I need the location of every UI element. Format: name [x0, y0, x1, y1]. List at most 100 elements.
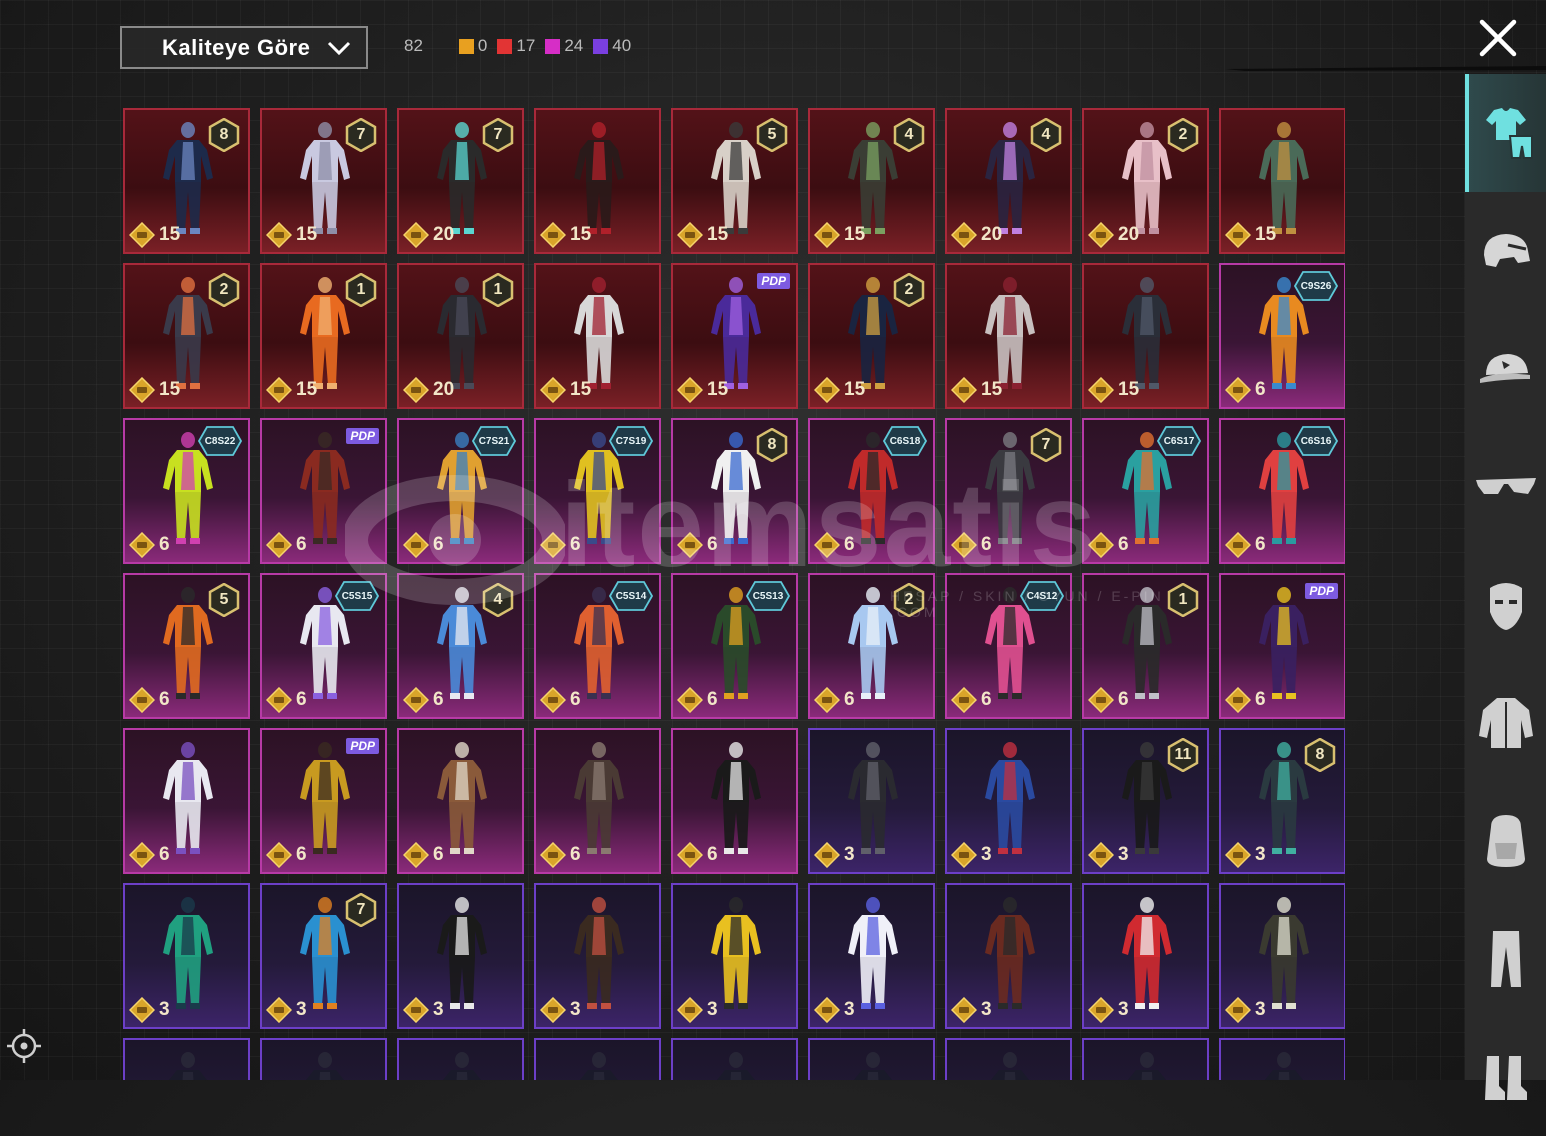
tab-helmet[interactable]	[1465, 192, 1546, 310]
outfit-card[interactable]: 15 2	[808, 263, 935, 409]
outfit-card[interactable]: 6 C9S26	[1219, 263, 1345, 409]
item-cost: 3	[266, 997, 307, 1023]
jacket-icon	[1478, 698, 1533, 748]
outfit-card[interactable]	[1219, 1038, 1345, 1080]
outfit-card[interactable]: 3	[808, 883, 935, 1029]
outfit-card[interactable]: 6 PDP	[1219, 573, 1345, 719]
outfit-card[interactable]: 15 8	[123, 108, 250, 254]
tab-mask[interactable]	[1465, 546, 1546, 664]
outfit-card[interactable]: 15	[945, 263, 1072, 409]
outfit-card[interactable]: 68	[671, 418, 798, 564]
outfit-card[interactable]: 3	[534, 883, 661, 1029]
outfit-figure-icon	[985, 277, 1035, 389]
outfit-card[interactable]	[397, 1038, 524, 1080]
outfit-card[interactable]	[260, 1038, 387, 1080]
outfit-card[interactable]: 15	[534, 108, 661, 254]
outfit-card[interactable]: 6 PDP	[260, 728, 387, 874]
outfit-figure-icon	[711, 897, 761, 1009]
item-cost: 15	[129, 222, 180, 248]
outfit-card[interactable]: 3	[808, 728, 935, 874]
close-icon[interactable]	[1476, 16, 1520, 60]
outfit-card[interactable]	[945, 1038, 1072, 1080]
outfit-card[interactable]: 3 11	[1082, 728, 1209, 874]
chevron-down-icon	[327, 41, 351, 56]
outfit-card[interactable]: 6 C5S15	[260, 573, 387, 719]
outfit-card[interactable]	[1082, 1038, 1209, 1080]
coin-icon	[951, 222, 977, 248]
outfit-card[interactable]: 20 7	[397, 108, 524, 254]
item-cost-value: 6	[159, 534, 170, 555]
coin-icon	[951, 532, 977, 558]
outfit-card[interactable]: 6	[123, 728, 250, 874]
outfit-card[interactable]: 6	[397, 728, 524, 874]
outfit-card[interactable]: 61	[1082, 573, 1209, 719]
sort-dropdown[interactable]: Kaliteye Göre	[120, 26, 368, 69]
tab-jacket[interactable]	[1465, 664, 1546, 782]
outfit-card[interactable]: 6 C6S17	[1082, 418, 1209, 564]
item-cost: 3	[1088, 842, 1129, 868]
outfit-card[interactable]: 3	[397, 883, 524, 1029]
outfit-card[interactable]: 3	[945, 883, 1072, 1029]
outfit-card[interactable]: 62	[808, 573, 935, 719]
tab-outfit[interactable]	[1465, 74, 1546, 192]
outfit-card[interactable]: 20 4	[945, 108, 1072, 254]
outfit-card[interactable]	[123, 1038, 250, 1080]
outfit-figure-icon	[443, 1052, 481, 1080]
outfit-card[interactable]: 6	[671, 728, 798, 874]
outfit-card[interactable]: 6 C7S19	[534, 418, 661, 564]
outfit-card[interactable]: 20 2	[1082, 108, 1209, 254]
coin-icon	[814, 687, 840, 713]
item-cost-value: 15	[844, 379, 866, 400]
outfit-card[interactable]: 6 C6S18	[808, 418, 935, 564]
outfit-card[interactable]: 15 7	[260, 108, 387, 254]
season-badge: C6S18	[883, 426, 927, 456]
outfit-card[interactable]: 15	[1082, 263, 1209, 409]
item-cost: 6	[1225, 532, 1266, 558]
outfit-card[interactable]: 15 PDP	[671, 263, 798, 409]
item-cost: 15	[677, 377, 728, 403]
tab-cap[interactable]	[1465, 310, 1546, 428]
item-cost-value: 15	[296, 224, 318, 245]
outfit-figure-icon	[711, 742, 761, 854]
outfit-card[interactable]: 15 4	[808, 108, 935, 254]
outfit-card[interactable]: 67	[945, 418, 1072, 564]
outfit-card[interactable]: 3	[1219, 883, 1345, 1029]
level-badge-text: 8	[767, 436, 777, 453]
crosshair-icon[interactable]	[6, 1028, 42, 1064]
outfit-card[interactable]: 6 PDP	[260, 418, 387, 564]
outfit-card[interactable]: 6	[534, 728, 661, 874]
outfit-card[interactable]: 20 1	[397, 263, 524, 409]
outfit-card[interactable]: 37	[260, 883, 387, 1029]
outfit-card[interactable]: 3	[1082, 883, 1209, 1029]
coin-icon	[540, 842, 566, 868]
level-badge-text: 11	[1174, 746, 1192, 763]
outfit-card[interactable]: 15 1	[260, 263, 387, 409]
outfit-card[interactable]: 15 5	[671, 108, 798, 254]
outfit-card[interactable]: 3	[671, 883, 798, 1029]
item-cost: 3	[1225, 997, 1266, 1023]
outfit-card[interactable]	[671, 1038, 798, 1080]
outfit-card[interactable]: 64	[397, 573, 524, 719]
outfit-card[interactable]: 3	[123, 883, 250, 1029]
tab-glasses[interactable]	[1465, 428, 1546, 546]
outfit-card[interactable]: 6 C5S14	[534, 573, 661, 719]
outfit-card[interactable]: 6 C7S21	[397, 418, 524, 564]
outfit-card[interactable]: 6 C6S16	[1219, 418, 1345, 564]
outfit-card[interactable]: 15	[1219, 108, 1345, 254]
outfit-card[interactable]: 65	[123, 573, 250, 719]
outfit-card[interactable]: 3	[945, 728, 1072, 874]
outfit-card[interactable]	[534, 1038, 661, 1080]
outfit-card[interactable]: 6 C5S13	[671, 573, 798, 719]
tab-shoes[interactable]	[1465, 1018, 1546, 1136]
outfit-card[interactable]	[808, 1038, 935, 1080]
tab-pants[interactable]	[1465, 900, 1546, 1018]
level-badge: 5	[208, 582, 240, 618]
level-badge-text: 2	[1178, 126, 1188, 143]
total-count: 82	[404, 36, 423, 55]
outfit-card[interactable]: 6 C8S22	[123, 418, 250, 564]
tab-backpack[interactable]	[1465, 782, 1546, 900]
outfit-card[interactable]: 15	[534, 263, 661, 409]
outfit-card[interactable]: 38	[1219, 728, 1345, 874]
outfit-card[interactable]: 6 C4S12	[945, 573, 1072, 719]
outfit-card[interactable]: 15 2	[123, 263, 250, 409]
